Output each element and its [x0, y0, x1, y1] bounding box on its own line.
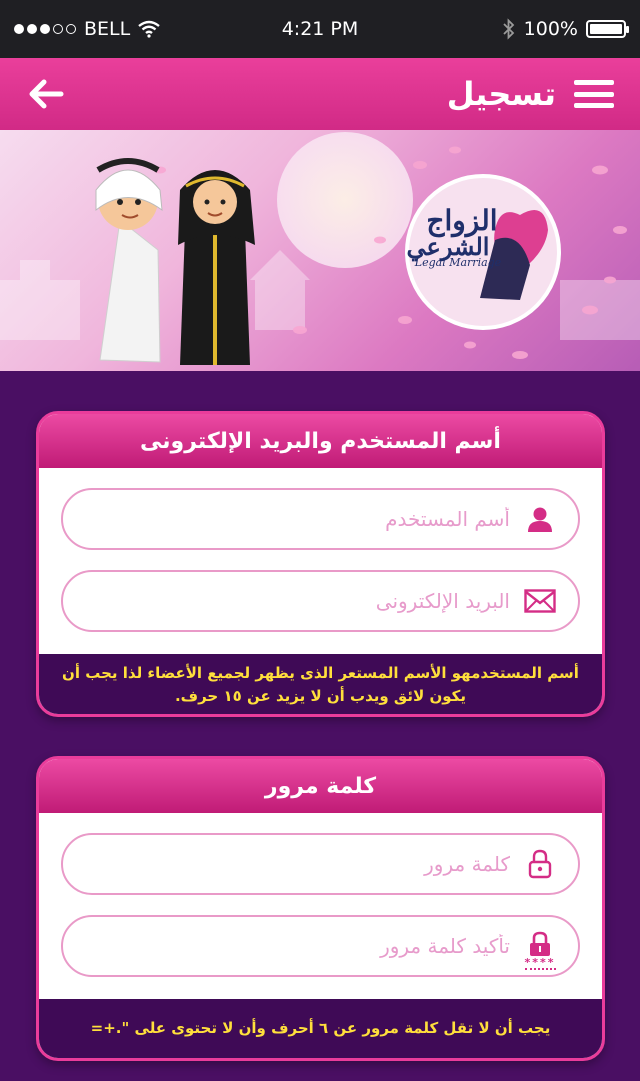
- status-left: BELL: [14, 18, 160, 40]
- status-bar: BELL 4:21 PM 100%: [0, 0, 640, 58]
- carrier-label: BELL: [84, 18, 131, 40]
- battery-level: [590, 24, 622, 34]
- girl-character: [178, 170, 255, 365]
- header-right: تسجيل: [447, 75, 614, 113]
- lock-outline-icon: [522, 849, 558, 879]
- password-body: ****: [39, 813, 602, 999]
- battery-percent: 100%: [523, 18, 578, 40]
- bluetooth-icon: [503, 18, 514, 40]
- password-input[interactable]: [83, 844, 522, 884]
- username-note: أسم المستخدمهو الأسم المستعر الذى يظهر ل…: [39, 654, 602, 714]
- user-icon: [522, 505, 558, 533]
- password-note: يجب أن لا تقل كلمة مرور عن ٦ أحرف وأن لا…: [39, 999, 602, 1058]
- password-title: كلمة مرور: [39, 759, 602, 813]
- battery-icon: [586, 20, 629, 38]
- menu-button[interactable]: [574, 80, 614, 108]
- page-title: تسجيل: [446, 75, 556, 113]
- lock-filled-icon: ****: [522, 931, 558, 970]
- banner: الزواج الشرعي Legal Marriage: [0, 130, 640, 371]
- menu-line: [574, 91, 614, 97]
- username-email-card: أسم المستخدم والبريد الإلكترونى أسم المس…: [36, 411, 605, 717]
- email-input[interactable]: [83, 581, 522, 621]
- signal-strength-icon: [14, 24, 76, 34]
- username-input[interactable]: [83, 499, 522, 539]
- moon-shape: [277, 132, 413, 268]
- username-email-body: [39, 468, 602, 654]
- menu-line: [574, 80, 614, 85]
- app-header: تسجيل: [0, 58, 640, 130]
- status-right: 100%: [502, 18, 629, 40]
- confirm-password-field[interactable]: ****: [61, 915, 580, 977]
- boy-character: [95, 158, 163, 363]
- back-button[interactable]: [28, 79, 64, 109]
- arrow-left-icon: [29, 79, 64, 109]
- logo-english: Legal Marriage: [414, 256, 502, 269]
- email-field[interactable]: [61, 570, 580, 632]
- confirm-password-input[interactable]: [83, 926, 522, 966]
- wifi-icon: [138, 20, 160, 38]
- envelope-icon: [522, 589, 558, 613]
- password-field[interactable]: [61, 833, 580, 895]
- username-field[interactable]: [61, 488, 580, 550]
- username-email-title: أسم المستخدم والبريد الإلكترونى: [39, 414, 602, 468]
- password-card: كلمة مرور **** يجب أن لا تقل كلمة مرور ع…: [36, 756, 605, 1061]
- password-mask-label: ****: [524, 955, 556, 970]
- banner-illustration: الزواج الشرعي Legal Marriage: [0, 132, 640, 365]
- menu-line: [574, 103, 614, 108]
